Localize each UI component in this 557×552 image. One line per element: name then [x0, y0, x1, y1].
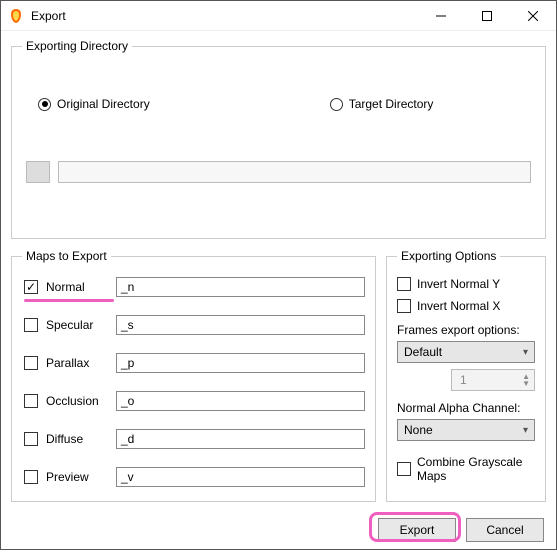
chevron-down-icon: ▾: [523, 347, 528, 358]
exporting-options-group: Exporting Options Invert Normal Y Invert…: [386, 249, 546, 502]
alpha-channel-label: Normal Alpha Channel:: [397, 401, 535, 415]
map-row-preview: Preview _v: [24, 467, 365, 487]
cancel-button[interactable]: Cancel: [466, 518, 544, 542]
normal-suffix-input[interactable]: _n: [116, 277, 365, 297]
frames-export-select[interactable]: Default ▾: [397, 341, 535, 363]
exporting-directory-legend: Exporting Directory: [22, 39, 132, 53]
combine-grayscale-checkbox[interactable]: [397, 462, 411, 476]
target-directory-label: Target Directory: [349, 97, 434, 111]
directory-path-field[interactable]: [58, 161, 531, 183]
normal-checkbox[interactable]: [24, 280, 38, 294]
preview-checkbox[interactable]: [24, 470, 38, 484]
original-directory-radio[interactable]: Original Directory: [38, 97, 150, 111]
radio-icon: [330, 98, 343, 111]
radio-icon: [38, 98, 51, 111]
maps-legend: Maps to Export: [22, 249, 111, 263]
preview-suffix-input[interactable]: _v: [116, 467, 365, 487]
parallax-checkbox[interactable]: [24, 356, 38, 370]
maps-to-export-group: Maps to Export Normal _n Specular _s Par…: [11, 249, 376, 502]
app-icon: [8, 8, 24, 24]
options-legend: Exporting Options: [397, 249, 500, 263]
map-row-normal: Normal _n: [24, 277, 365, 297]
map-row-specular: Specular _s: [24, 315, 365, 335]
invert-normal-x-checkbox[interactable]: [397, 299, 411, 313]
maximize-button[interactable]: [464, 1, 510, 31]
browse-directory-button[interactable]: [26, 161, 50, 183]
close-button[interactable]: [510, 1, 556, 31]
alpha-channel-select[interactable]: None ▾: [397, 419, 535, 441]
invert-normal-y-checkbox[interactable]: [397, 277, 411, 291]
combine-grayscale-label: Combine Grayscale Maps: [417, 455, 535, 483]
footer: Export Cancel: [1, 512, 556, 552]
map-row-diffuse: Diffuse _d: [24, 429, 365, 449]
invert-normal-x-label: Invert Normal X: [417, 299, 500, 313]
spinner-arrows-icon: ▲▼: [522, 373, 530, 387]
frames-count-spinner[interactable]: 1 ▲▼: [451, 369, 535, 391]
specular-label: Specular: [46, 318, 108, 332]
original-directory-label: Original Directory: [57, 97, 150, 111]
diffuse-suffix-input[interactable]: _d: [116, 429, 365, 449]
invert-normal-x-row: Invert Normal X: [397, 299, 535, 313]
occlusion-label: Occlusion: [46, 394, 108, 408]
preview-label: Preview: [46, 470, 108, 484]
window-title: Export: [31, 9, 66, 23]
diffuse-label: Diffuse: [46, 432, 108, 446]
map-row-parallax: Parallax _p: [24, 353, 365, 373]
target-directory-radio[interactable]: Target Directory: [330, 97, 434, 111]
diffuse-checkbox[interactable]: [24, 432, 38, 446]
chevron-down-icon: ▾: [523, 425, 528, 436]
titlebar: Export: [1, 1, 556, 31]
frames-export-label: Frames export options:: [397, 323, 535, 337]
alpha-channel-value: None: [404, 423, 433, 437]
exporting-directory-group: Exporting Directory Original Directory T…: [11, 39, 546, 239]
frames-count-value: 1: [460, 373, 467, 387]
annotation-underline: [24, 299, 114, 302]
content-area: Exporting Directory Original Directory T…: [1, 31, 556, 512]
occlusion-checkbox[interactable]: [24, 394, 38, 408]
export-button[interactable]: Export: [378, 518, 456, 542]
invert-normal-y-label: Invert Normal Y: [417, 277, 500, 291]
map-row-occlusion: Occlusion _o: [24, 391, 365, 411]
frames-export-value: Default: [404, 345, 442, 359]
invert-normal-y-row: Invert Normal Y: [397, 277, 535, 291]
specular-checkbox[interactable]: [24, 318, 38, 332]
normal-label: Normal: [46, 280, 108, 294]
combine-grayscale-row: Combine Grayscale Maps: [397, 455, 535, 483]
occlusion-suffix-input[interactable]: _o: [116, 391, 365, 411]
minimize-button[interactable]: [418, 1, 464, 31]
parallax-suffix-input[interactable]: _p: [116, 353, 365, 373]
parallax-label: Parallax: [46, 356, 108, 370]
export-window: Export Exporting Directory Original Dire…: [0, 0, 557, 550]
specular-suffix-input[interactable]: _s: [116, 315, 365, 335]
